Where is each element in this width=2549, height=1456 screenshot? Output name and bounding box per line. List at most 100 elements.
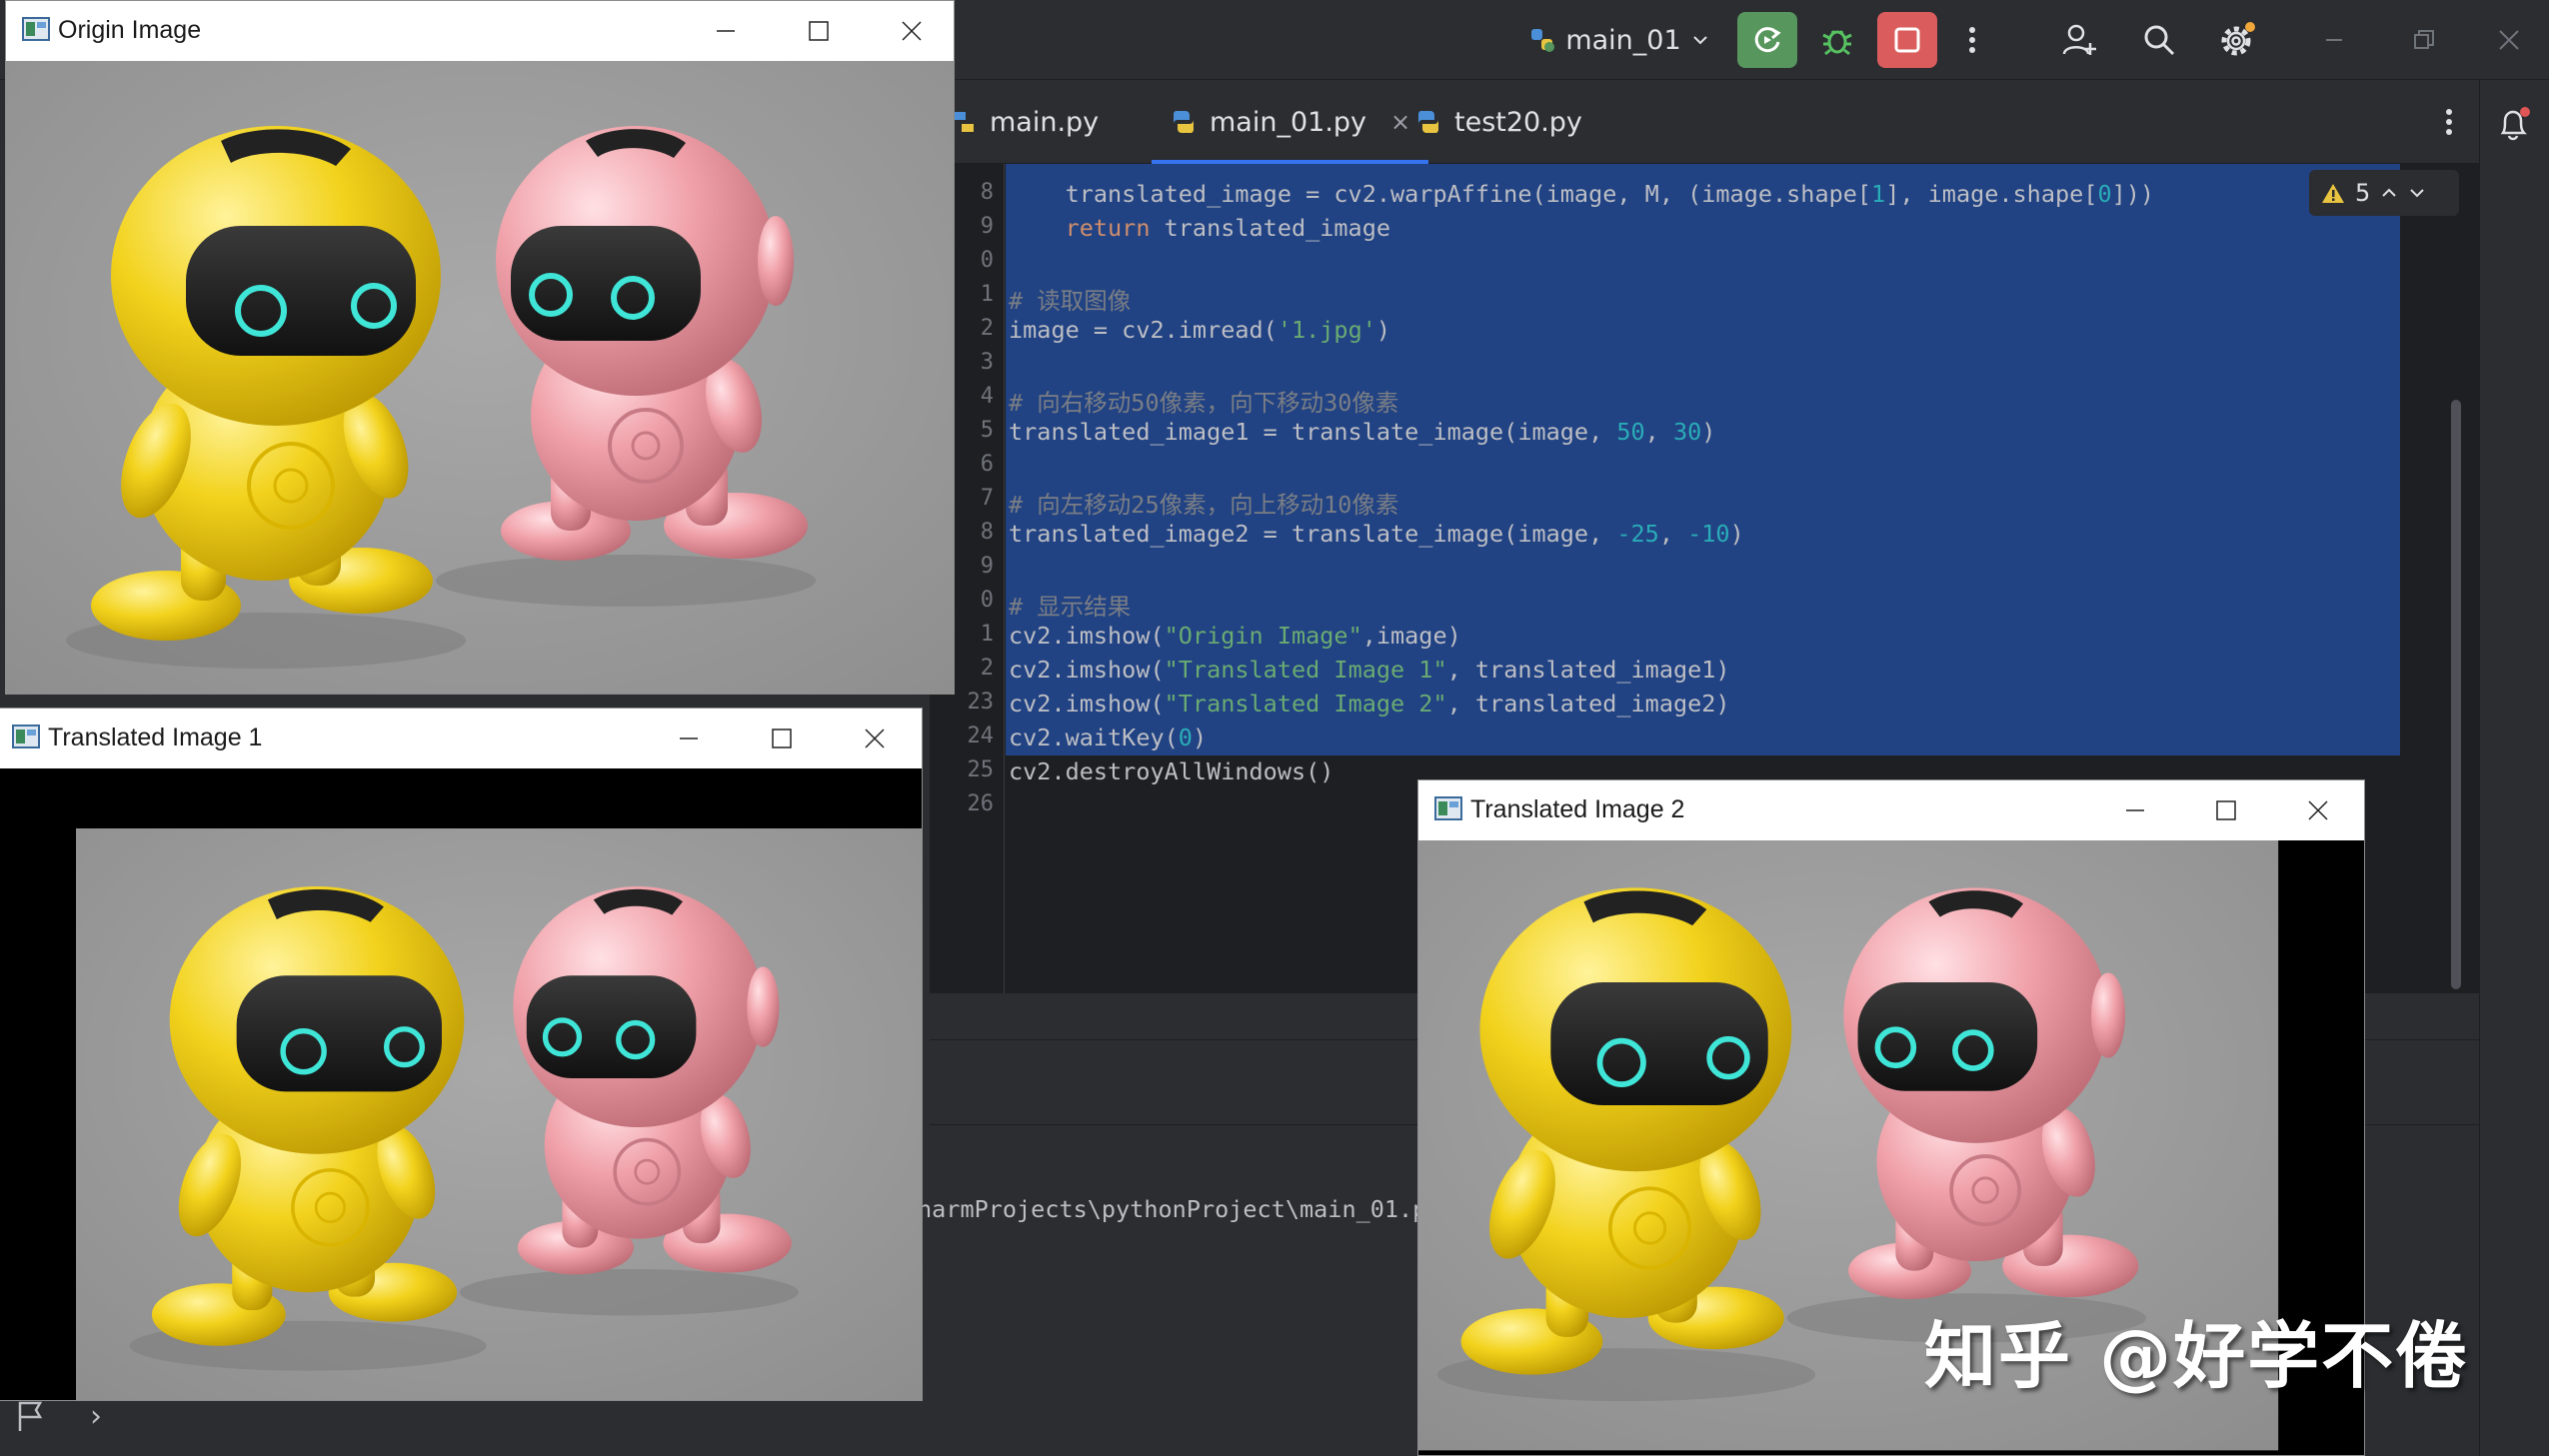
editor-scrollbar[interactable] [2451, 400, 2461, 989]
minimize-button[interactable] [696, 7, 756, 55]
flag-icon[interactable] [12, 1397, 50, 1435]
ide-close-button[interactable] [2474, 12, 2544, 68]
code-token: ], image.shape[ [1885, 180, 2098, 208]
stop-button[interactable] [1877, 12, 1937, 68]
search-everywhere-button[interactable] [2129, 12, 2189, 68]
tab-label: main_01.py [1210, 106, 1367, 138]
maximize-button[interactable] [2196, 786, 2256, 834]
close-button[interactable] [845, 715, 905, 762]
code-token: 50 [1616, 418, 1645, 446]
code-token: ,image) [1361, 622, 1461, 650]
tabs-menu-button[interactable] [2429, 80, 2469, 164]
code-token: translated_image1 = translate_image(imag… [1009, 418, 1617, 446]
tab-test20-py[interactable]: test20.py [1414, 80, 1582, 164]
rerun-icon [1754, 27, 1781, 53]
line-number: 7 [980, 486, 994, 511]
desktop: main_01 main.py main_01.py × test20.py 8… [0, 0, 2549, 1456]
code-token: ) [1375, 316, 1391, 344]
code-line: # 显示结果 [1009, 588, 1131, 622]
minimize-icon [2326, 39, 2342, 41]
code-token: translated_image = cv2.warpAffine(image,… [1009, 180, 1872, 208]
ide-restore-button[interactable] [2389, 12, 2459, 68]
line-number: 9 [980, 214, 994, 239]
code-token: translated_image2 = translate_image(imag… [1009, 520, 1617, 548]
inspection-widget[interactable]: 5 [2309, 170, 2459, 216]
minimize-button[interactable] [659, 715, 719, 762]
window-titlebar[interactable]: Translated Image 2 [1418, 780, 2364, 840]
chevron-right-icon[interactable]: › [90, 1399, 102, 1434]
code-line: image = cv2.imread('1.jpg') [1009, 316, 1390, 344]
minimize-icon [2126, 809, 2144, 811]
line-number: 4 [980, 384, 994, 409]
editor-tabbar: main.py main_01.py × test20.py [930, 80, 2479, 164]
code-token: , translated_image1) [1446, 656, 1730, 684]
translated-robot-image-1 [76, 828, 923, 1401]
close-button[interactable] [882, 7, 942, 55]
line-number: 23 [967, 690, 995, 715]
tab-label: main.py [990, 106, 1100, 138]
code-line: # 读取图像 [1009, 282, 1131, 316]
code-token: 0 [1178, 724, 1193, 751]
debug-button[interactable] [1807, 12, 1867, 68]
line-number: 8 [980, 180, 994, 205]
code-token: '1.jpg' [1276, 316, 1376, 344]
console-output-line: harmProjects\pythonProject\main_01.p [918, 1195, 1427, 1223]
line-number: 8 [980, 520, 994, 545]
chevron-up-icon[interactable] [2380, 184, 2398, 202]
code-token: 1 [1871, 180, 1886, 208]
tab-label: test20.py [1454, 106, 1582, 138]
run-config-selector[interactable]: main_01 [1524, 12, 1714, 68]
chevron-down-icon [1692, 36, 1707, 45]
window-titlebar[interactable]: Origin Image [6, 1, 954, 61]
right-tool-strip [2479, 80, 2549, 1456]
code-token: -25 [1616, 520, 1659, 548]
maximize-button[interactable] [789, 7, 849, 55]
more-vert-icon [1969, 27, 1975, 53]
window-titlebar[interactable]: Translated Image 1 [0, 709, 922, 768]
translated-image-1-window[interactable]: Translated Image 1 [0, 708, 923, 1401]
robot-image [6, 61, 955, 695]
line-number: 1 [980, 282, 994, 307]
bell-icon [2500, 107, 2530, 141]
close-icon [865, 728, 885, 748]
code-token: # 向右移动50像素，向下移动30像素 [1009, 389, 1399, 417]
code-line: cv2.waitKey(0) [1009, 724, 1207, 751]
rerun-button[interactable] [1737, 12, 1797, 68]
run-config-label: main_01 [1565, 24, 1681, 56]
minimize-icon [680, 737, 698, 739]
code-line: cv2.destroyAllWindows() [1009, 757, 1333, 785]
tab-main-py[interactable]: main.py [950, 80, 1099, 164]
code-line: translated_image = cv2.warpAffine(image,… [1009, 180, 2154, 208]
code-token: "Translated Image 1" [1164, 656, 1447, 684]
code-token: ) [1701, 418, 1716, 446]
minimize-button[interactable] [2105, 786, 2165, 834]
code-token: image = cv2.imread( [1009, 316, 1277, 344]
code-line: translated_image1 = translate_image(imag… [1009, 418, 1715, 446]
warning-icon [2322, 184, 2344, 203]
line-number: 0 [980, 248, 994, 273]
settings-button[interactable] [2207, 12, 2267, 68]
code-line: # 向左移动25像素，向上移动10像素 [1009, 486, 1398, 520]
ide-minimize-button[interactable] [2299, 12, 2369, 68]
maximize-icon [2216, 800, 2236, 820]
code-with-me-button[interactable] [2049, 12, 2109, 68]
tab-close-button[interactable]: × [1390, 108, 1410, 136]
gear-icon [2221, 22, 2255, 56]
maximize-button[interactable] [752, 715, 812, 762]
close-icon [902, 21, 922, 41]
window-title: Translated Image 1 [48, 724, 263, 751]
more-actions-button[interactable] [1947, 12, 1997, 68]
opencv-window-icon [22, 17, 50, 41]
restore-icon [2414, 30, 2434, 49]
notifications-button[interactable] [2484, 96, 2544, 152]
code-token: # 读取图像 [1009, 287, 1132, 315]
chevron-down-icon[interactable] [2408, 184, 2426, 202]
origin-image-window[interactable]: Origin Image [5, 0, 955, 695]
code-line: # 向右移动50像素，向下移动30像素 [1009, 384, 1398, 418]
close-button[interactable] [2288, 786, 2348, 834]
line-number: 25 [967, 757, 995, 782]
code-token: ])) [2111, 180, 2155, 208]
tab-main-01-py[interactable]: main_01.py × [1152, 80, 1429, 164]
minimize-icon [717, 30, 735, 32]
